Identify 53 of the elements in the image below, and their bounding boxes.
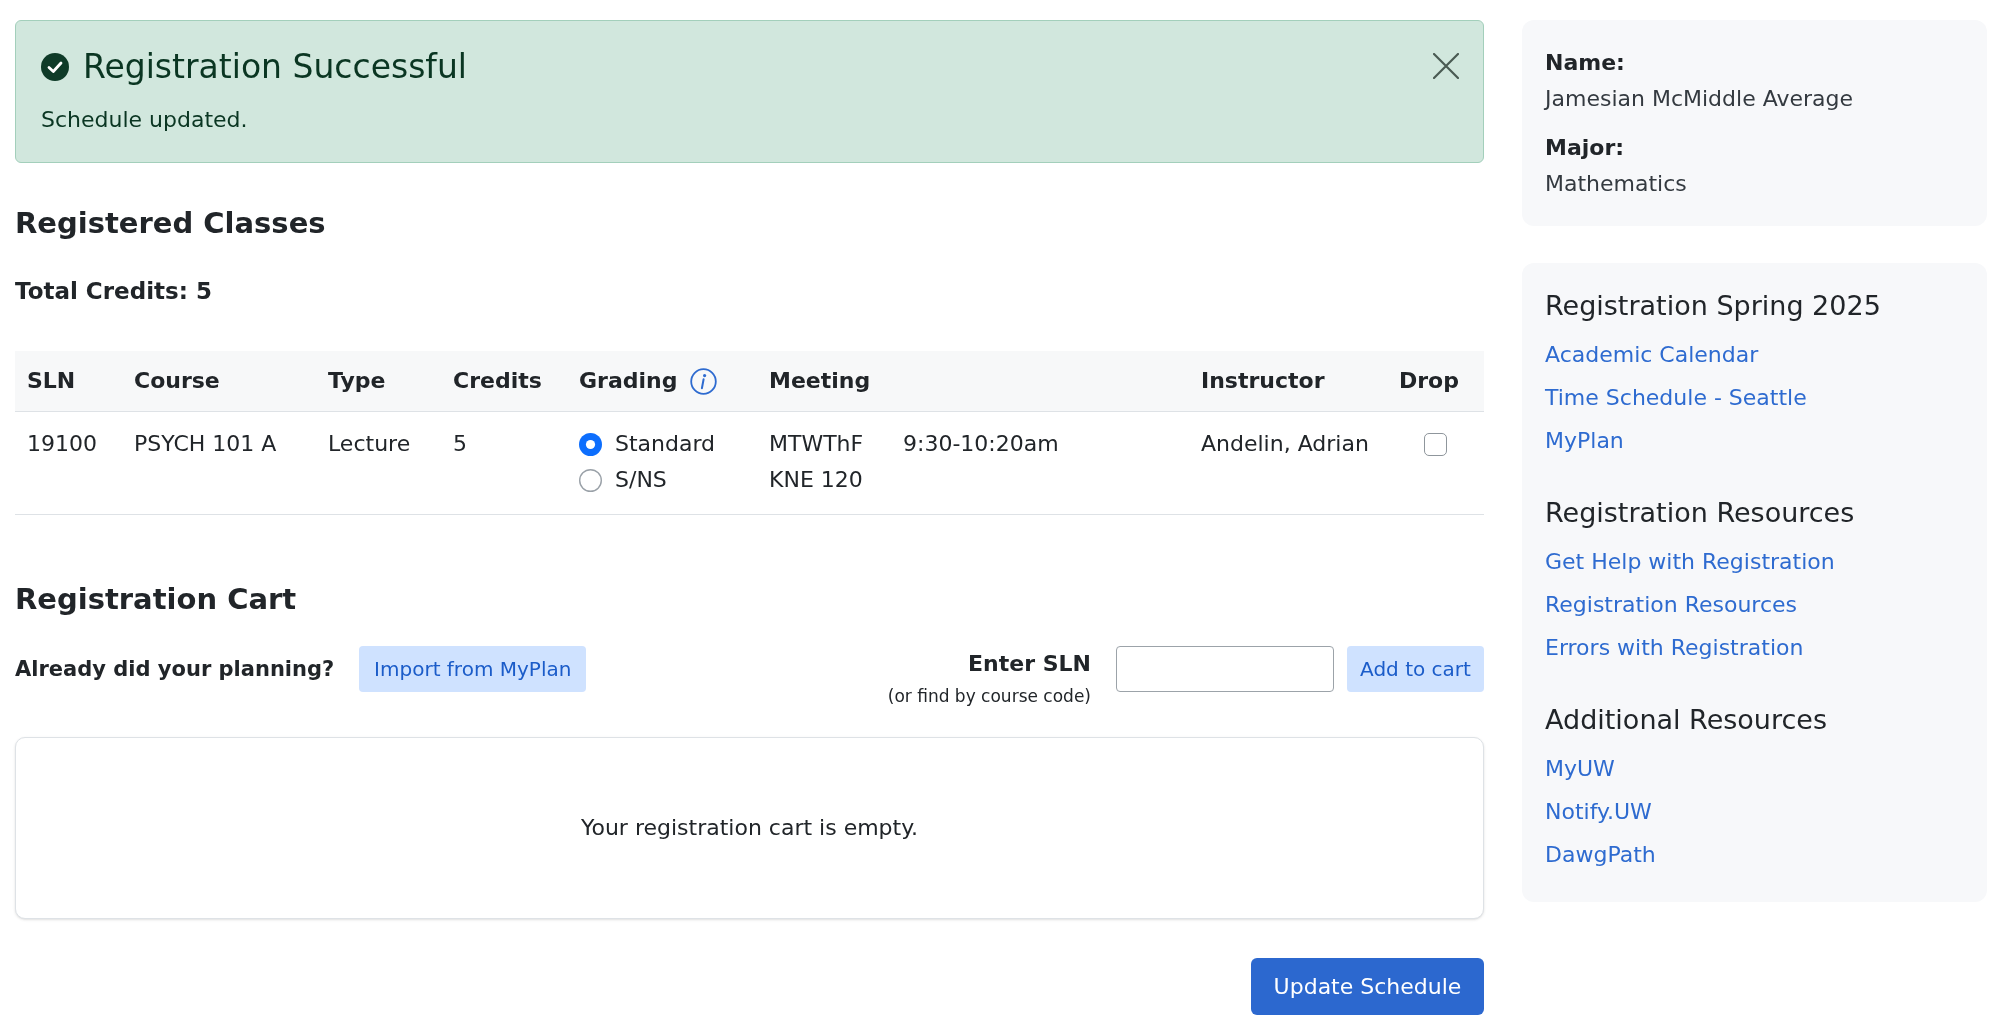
- radio-selected-icon[interactable]: [579, 432, 602, 456]
- meeting-time: 9:30-10:20am: [903, 431, 1059, 456]
- import-button[interactable]: Import from MyPlan: [359, 646, 587, 692]
- drop-checkbox[interactable]: [1424, 432, 1447, 456]
- column-header: Credits: [453, 367, 542, 395]
- profile-value: Mathematics: [1545, 170, 1687, 198]
- meeting-location: KNE 120: [769, 466, 863, 494]
- alert-title: Registration Successful: [83, 46, 468, 88]
- grading-option-label[interactable]: S/NS: [615, 462, 667, 498]
- section-heading: Registration Resources: [1545, 496, 1855, 530]
- resource-link[interactable]: Registration Resources: [1545, 583, 1797, 626]
- resource-link[interactable]: Get Help with Registration: [1545, 540, 1835, 583]
- column-header: Grading: [579, 367, 678, 395]
- sln-input[interactable]: [1116, 646, 1334, 692]
- total-credits: Total Credits: 5: [15, 277, 212, 306]
- resource-link[interactable]: Academic Calendar: [1545, 333, 1759, 376]
- instructor-cell: Andelin, Adrian: [1201, 431, 1369, 456]
- planning-prompt: Already did your planning?: [15, 656, 335, 683]
- resource-link[interactable]: MyPlan: [1545, 419, 1624, 462]
- course-cell: PSYCH 101 A: [134, 431, 277, 456]
- column-header: Instructor: [1201, 367, 1325, 395]
- empty-cart-message: Your registration cart is empty.: [580, 814, 919, 842]
- resource-link[interactable]: MyUW: [1545, 747, 1615, 790]
- column-header: SLN: [27, 367, 76, 395]
- column-header: Drop: [1399, 367, 1459, 395]
- resource-link[interactable]: DawgPath: [1545, 833, 1656, 876]
- sln-hint: (or find by course code): [887, 685, 1091, 708]
- resource-link[interactable]: Errors with Registration: [1545, 626, 1804, 669]
- section-heading: Additional Resources: [1545, 703, 1827, 737]
- alert-message: Schedule updated.: [41, 107, 248, 132]
- radio-icon[interactable]: [579, 468, 602, 492]
- profile-label: Major:: [1545, 134, 1625, 162]
- resource-link[interactable]: Time Schedule - Seattle: [1545, 376, 1807, 419]
- column-header: Meeting: [769, 367, 871, 395]
- profile-label: Name:: [1545, 49, 1625, 77]
- column-header: Course: [134, 367, 220, 395]
- section-heading: Registration Spring 2025: [1545, 289, 1881, 323]
- section-title: Registered Classes: [15, 205, 326, 242]
- type-cell: Lecture: [328, 431, 411, 456]
- grading-option-label[interactable]: Standard: [615, 426, 716, 462]
- profile-value: Jamesian McMiddle Average: [1545, 85, 1853, 113]
- update-schedule-button[interactable]: Update Schedule: [1251, 958, 1484, 1015]
- sln-label: Enter SLN: [968, 650, 1091, 678]
- sln-cell: 19100: [27, 431, 97, 456]
- check-circle-icon: [41, 53, 69, 81]
- column-header: Type: [328, 367, 386, 395]
- section-title: Registration Cart: [15, 581, 297, 618]
- resource-link[interactable]: Notify.UW: [1545, 790, 1652, 833]
- credits-cell: 5: [453, 431, 467, 456]
- info-icon[interactable]: [690, 367, 718, 395]
- add-to-cart-button[interactable]: Add to cart: [1347, 646, 1484, 692]
- close-icon[interactable]: [1433, 53, 1459, 79]
- meeting-days: MTWThF: [769, 426, 864, 462]
